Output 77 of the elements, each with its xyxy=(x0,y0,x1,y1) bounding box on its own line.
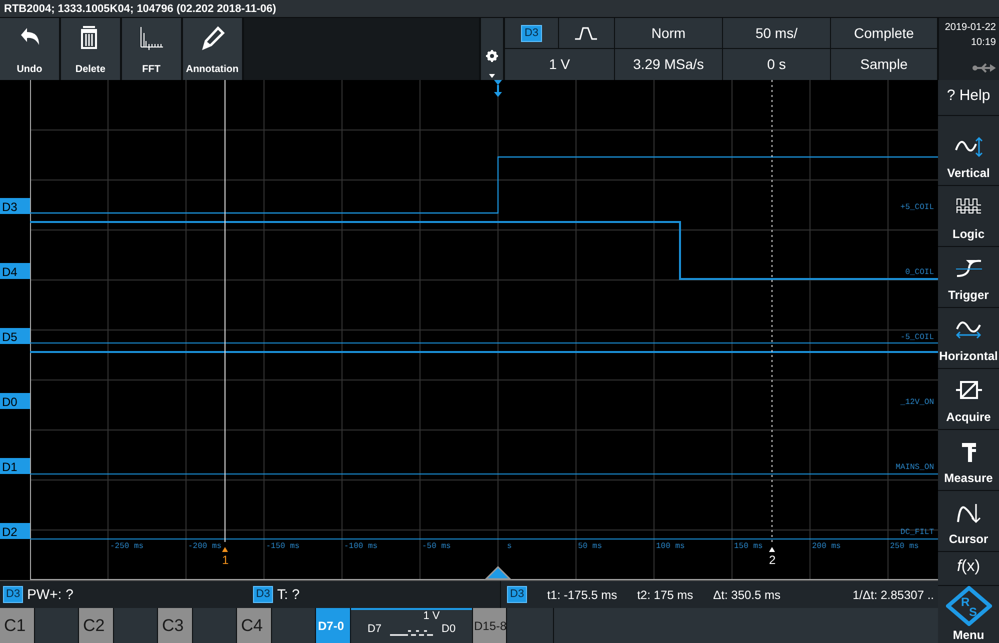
sample-rate: 3.29 MSa/s xyxy=(614,49,722,80)
channel-label[interactable]: D2 xyxy=(0,523,30,539)
acquisition-state: Complete xyxy=(830,18,937,48)
time-label: 100 ms xyxy=(656,542,685,551)
window-title: RTB2004; 1333.1005K04; 104796 (02.202 2018-11-06) xyxy=(0,0,999,18)
cursor-reading: Δt: 350.5 ms xyxy=(713,586,781,604)
time-label: 200 ms xyxy=(812,542,841,551)
channel-label[interactable]: D3 xyxy=(0,198,30,214)
channel-label[interactable]: D5 xyxy=(0,328,30,344)
source-badge: D3 xyxy=(253,586,274,603)
cursor-reading: 1/Δt: 2.85307 .. xyxy=(852,586,935,604)
acquire-button[interactable]: Acquire xyxy=(938,369,999,429)
channel-label[interactable]: D0 xyxy=(0,393,30,409)
annotation-button[interactable]: Annotation xyxy=(182,18,242,80)
trigger-icon xyxy=(954,258,984,280)
horizontal-button[interactable]: Horizontal xyxy=(938,308,999,368)
scale-text: 1 V xyxy=(423,610,440,623)
bit-label: D7 xyxy=(367,623,382,636)
time-label: s xyxy=(507,542,512,551)
channel-panel[interactable]: 1 V D7 D0 xyxy=(351,608,472,643)
trigger-button[interactable]: Trigger xyxy=(938,247,999,307)
help-button[interactable]: ? Help xyxy=(938,80,999,115)
logic-button[interactable]: Logic xyxy=(938,186,999,246)
time-text: 10:19 xyxy=(970,36,996,50)
signal-name: MAINS_ON xyxy=(896,463,934,472)
threshold-value[interactable]: 1 V xyxy=(504,49,614,80)
signal-name: +5_COIL xyxy=(900,203,934,212)
measure-button[interactable]: Measure xyxy=(938,430,999,490)
signal-name: _12V_ON xyxy=(900,398,934,407)
date-text: 2019-01-22 xyxy=(944,21,996,35)
source-badge: D3 xyxy=(3,586,24,603)
gear-icon[interactable] xyxy=(486,50,498,62)
time-label: 250 ms xyxy=(890,542,919,551)
fft-button[interactable]: FFT xyxy=(122,18,181,80)
time-label: 150 ms xyxy=(734,542,763,551)
converter-icon xyxy=(954,380,984,402)
time-label: 50 ms xyxy=(578,542,602,551)
trigger-mode[interactable]: Norm xyxy=(614,18,722,48)
logo: R S xyxy=(946,586,992,626)
horizontal-position[interactable]: 0 s xyxy=(722,49,830,80)
timebase-value[interactable]: 50 ms/ xyxy=(722,18,830,48)
cursor-button[interactable]: Cursor xyxy=(938,491,999,551)
channel-tab[interactable]: C2 xyxy=(79,608,113,643)
channel-tab[interactable]: D15-8 xyxy=(473,608,506,643)
trigger-source-badge: D3 xyxy=(521,24,542,42)
measurement-text: T: ? xyxy=(277,585,300,604)
channel-tab[interactable]: C3 xyxy=(158,608,192,643)
cursor-reading: t1: -175.5 ms xyxy=(547,586,618,604)
caret-icon[interactable] xyxy=(489,74,496,78)
pulse-icon xyxy=(574,26,598,40)
wave-icon xyxy=(954,136,984,158)
time-label: -50 ms xyxy=(422,542,451,551)
signal-name: DC_FILT xyxy=(900,528,934,537)
time-label: -150 ms xyxy=(266,542,300,551)
delete-button[interactable]: Delete xyxy=(60,18,120,80)
time-label: -100 ms xyxy=(344,542,378,551)
channel-tab[interactable]: C4 xyxy=(237,608,271,643)
trigger-marker-icon[interactable] xyxy=(494,80,502,97)
vertical-button[interactable]: Vertical xyxy=(938,116,999,185)
undo-button[interactable]: Undo xyxy=(0,18,59,80)
signal-name: -5_COIL xyxy=(900,333,934,342)
menu-button[interactable]: R S Menu xyxy=(938,586,999,643)
channel-label[interactable]: D4 xyxy=(0,263,30,279)
source-badge: D3 xyxy=(507,586,528,603)
wave-icon xyxy=(954,319,984,341)
time-label: -200 ms xyxy=(188,542,222,551)
measurement-text: PW+: ? xyxy=(27,585,74,604)
cursor-reading: t2: 175 ms xyxy=(637,586,694,604)
usb-icon xyxy=(972,62,996,74)
bit-pattern-drawing xyxy=(390,628,434,636)
signal-name: 0_COIL xyxy=(905,268,934,277)
function-button[interactable]: f(x) xyxy=(938,552,999,585)
acquisition-mode[interactable]: Sample xyxy=(830,49,937,80)
channel-label[interactable]: D1 xyxy=(0,458,30,474)
time-label: -250 ms xyxy=(110,542,144,551)
channel-tab[interactable]: C1 xyxy=(0,608,34,643)
bit-label: D0 xyxy=(442,623,456,636)
